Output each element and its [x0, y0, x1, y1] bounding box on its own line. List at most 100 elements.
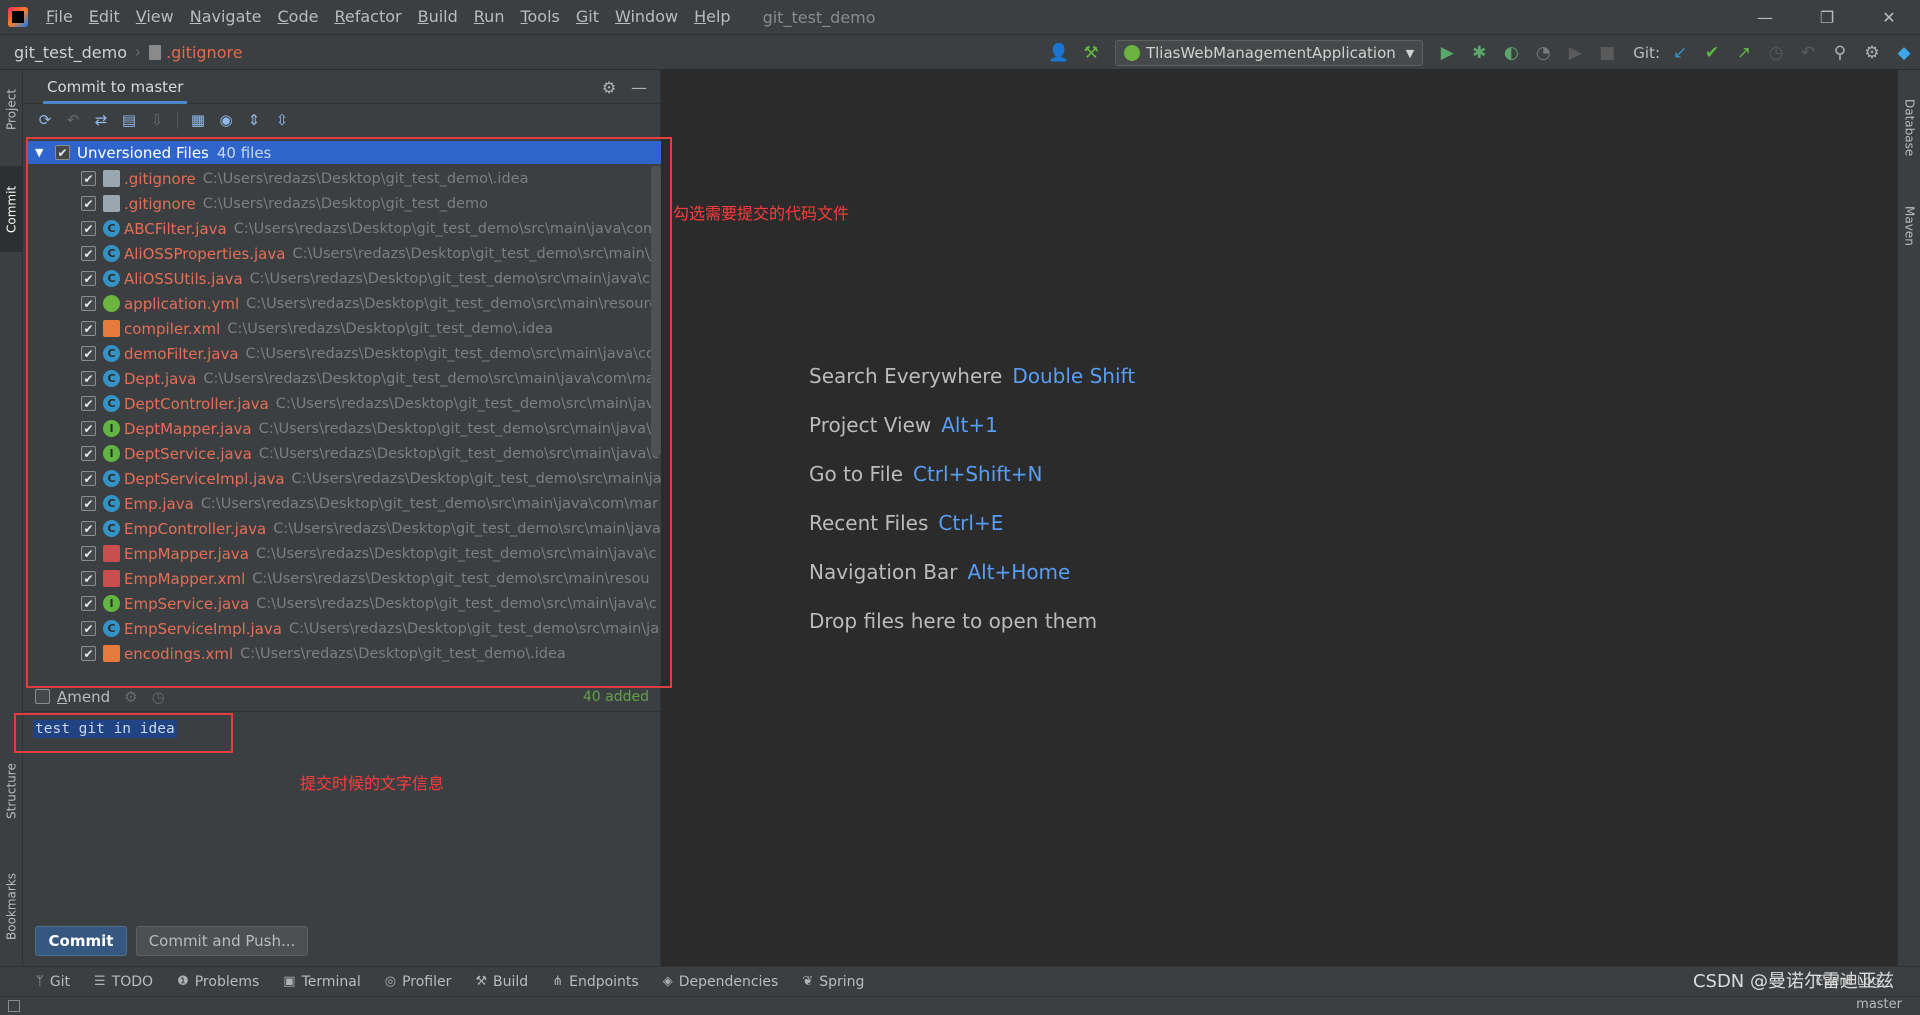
menu-run[interactable]: Run: [466, 0, 513, 34]
hint-label: Search Everywhere: [809, 364, 1003, 388]
git-push-icon[interactable]: ↗: [1728, 35, 1760, 71]
menu-help[interactable]: Help: [686, 0, 738, 34]
tool-button-build[interactable]: ⚒ Build: [475, 974, 528, 990]
tool-tab-bookmarks[interactable]: Bookmarks: [0, 856, 23, 956]
tool-button-label: Git: [49, 973, 71, 990]
menu-build[interactable]: Build: [410, 0, 466, 34]
group-by-icon[interactable]: ▦: [184, 107, 212, 133]
settings-gear-icon[interactable]: ⚙: [1856, 35, 1888, 71]
git-commit-icon[interactable]: ✔: [1696, 35, 1728, 71]
terminal-icon: ▣: [283, 974, 296, 989]
tool-tab-maven[interactable]: Maven: [1898, 188, 1920, 264]
tool-tab-commit[interactable]: Commit: [0, 166, 23, 252]
breadcrumb-project[interactable]: git_test_demo: [14, 43, 127, 62]
tool-button-terminal[interactable]: ▣ Terminal: [283, 974, 360, 990]
tool-button-endpoints[interactable]: ⋔ Endpoints: [552, 974, 639, 990]
user-icon[interactable]: 👤: [1043, 35, 1075, 71]
refresh-icon[interactable]: ⟳: [31, 107, 59, 133]
editor-hint: Recent Files Ctrl+E: [809, 511, 1003, 535]
build-hammer-icon[interactable]: ⚒: [1075, 35, 1107, 71]
tool-button-dependencies[interactable]: ◈ Dependencies: [663, 974, 779, 990]
git-history-icon[interactable]: ◷: [1760, 35, 1792, 71]
breadcrumb-file-label: .gitignore: [165, 42, 243, 62]
hint-shortcut: Alt+Home: [967, 560, 1071, 584]
minimize-button[interactable]: —: [1734, 0, 1796, 34]
resume-icon: ▶: [1568, 43, 1582, 63]
recent-messages-clock-icon[interactable]: ◷: [152, 688, 165, 706]
tool-button-label: Terminal: [301, 973, 361, 990]
navigation-bar: git_test_demo › .gitignore 👤 ⚒ TliasWebM…: [0, 34, 1920, 70]
jump-to-source-icon[interactable]: ▤: [115, 107, 143, 133]
debug-icon[interactable]: ✱: [1463, 35, 1495, 71]
commit-toolbar: ⟳ ↶ ⇄ ▤ ⇩ ▦ ◉ ⇕ ⇳: [23, 104, 660, 136]
expand-all-icon[interactable]: ⇕: [240, 107, 268, 133]
run-configuration-select[interactable]: TliasWebManagementApplication ▼: [1114, 40, 1424, 66]
breadcrumb-separator: ›: [134, 43, 141, 61]
todo-list-icon: ☰: [94, 974, 106, 989]
csdn-watermark: CSDN @曼诺尔雷迪亚兹: [1692, 971, 1894, 992]
coverage-icon[interactable]: ◐: [1495, 35, 1527, 71]
view-options-eye-icon[interactable]: ◉: [212, 107, 240, 133]
hint-label: Navigation Bar: [809, 560, 958, 584]
commit-button[interactable]: Commit: [35, 926, 127, 956]
menu-file[interactable]: File: [38, 0, 81, 34]
git-branch-icon: ᛘ: [36, 974, 44, 989]
hide-panel-icon[interactable]: —: [624, 78, 654, 97]
left-tool-stripe: Project Commit Structure Bookmarks: [0, 70, 23, 966]
tool-button-label: Spring: [819, 973, 865, 990]
git-rollback-icon[interactable]: ↶: [1792, 35, 1824, 71]
hint-shortcut: Ctrl+Shift+N: [913, 462, 1043, 486]
show-diff-icon[interactable]: ⇄: [87, 107, 115, 133]
window-title: git_test_demo: [762, 7, 876, 27]
run-icon[interactable]: ▶: [1431, 35, 1463, 71]
panel-settings-gear-icon[interactable]: ⚙: [594, 78, 624, 97]
amend-checkbox[interactable]: [35, 689, 50, 704]
amend-label[interactable]: Amend: [57, 688, 110, 706]
menu-window[interactable]: Window: [607, 0, 686, 34]
tool-tab-structure[interactable]: Structure: [0, 746, 23, 836]
restore-button[interactable]: ❐: [1796, 0, 1858, 34]
chevron-down-icon: ▼: [1405, 46, 1415, 60]
git-update-icon[interactable]: ↙: [1664, 35, 1696, 71]
menu-bar: File Edit View Navigate Code Refactor Bu…: [0, 0, 1920, 34]
right-tool-stripe: Database Maven: [1897, 70, 1920, 966]
tool-button-problems[interactable]: ❶ Problems: [177, 974, 259, 990]
menu-navigate[interactable]: Navigate: [182, 0, 270, 34]
git-branch-indicator[interactable]: master: [1856, 997, 1902, 1012]
git-label: Git:: [1633, 44, 1660, 62]
intellij-logo-icon: [8, 7, 28, 27]
search-icon[interactable]: ⚲: [1824, 35, 1856, 71]
commit-options-gear-icon[interactable]: ⚙: [124, 688, 137, 706]
tool-button-todo[interactable]: ☰ TODO: [94, 974, 153, 990]
tab-commit-to-master[interactable]: Commit to master: [43, 70, 188, 104]
files-annotation-box: [26, 137, 672, 688]
menu-edit[interactable]: Edit: [81, 0, 128, 34]
problems-icon: ❶: [177, 974, 189, 989]
layout-toggle-icon[interactable]: [8, 1000, 20, 1012]
tool-tab-database[interactable]: Database: [1898, 78, 1920, 178]
tool-button-git[interactable]: ᛘ Git: [36, 974, 70, 990]
commit-and-push-button[interactable]: Commit and Push...: [136, 926, 308, 956]
tool-button-spring[interactable]: ❦ Spring: [802, 974, 864, 990]
hint-shortcut: Alt+1: [941, 413, 998, 437]
tool-tab-project[interactable]: Project: [0, 74, 23, 144]
tool-button-label: Profiler: [402, 973, 452, 990]
editor-hint: Navigation Bar Alt+Home: [809, 560, 1070, 584]
menu-view[interactable]: View: [128, 0, 182, 34]
tool-button-label: TODO: [111, 973, 154, 990]
message-annotation-text: 提交时候的文字信息: [300, 774, 445, 793]
menu-git[interactable]: Git: [568, 0, 607, 34]
profile-icon[interactable]: ◔: [1527, 35, 1559, 71]
bottom-tool-bar: ᛘ Git ☰ TODO ❶ Problems ▣ Terminal ◎ Profiler ⚒ Bui…: [0, 966, 1920, 996]
toolbox-icon[interactable]: ◆: [1888, 35, 1920, 71]
shelve-icon: ⇩: [150, 111, 164, 129]
collapse-all-icon[interactable]: ⇳: [268, 107, 296, 133]
close-window-button[interactable]: ✕: [1858, 0, 1920, 34]
menu-code[interactable]: Code: [270, 0, 327, 34]
tool-button-profiler[interactable]: ◎ Profiler: [385, 974, 452, 990]
breadcrumb-file[interactable]: .gitignore: [148, 42, 243, 62]
spring-boot-icon: [1123, 45, 1140, 61]
rollback-icon: ↶: [66, 111, 80, 129]
menu-tools[interactable]: Tools: [512, 0, 567, 34]
menu-refactor[interactable]: Refactor: [326, 0, 409, 34]
